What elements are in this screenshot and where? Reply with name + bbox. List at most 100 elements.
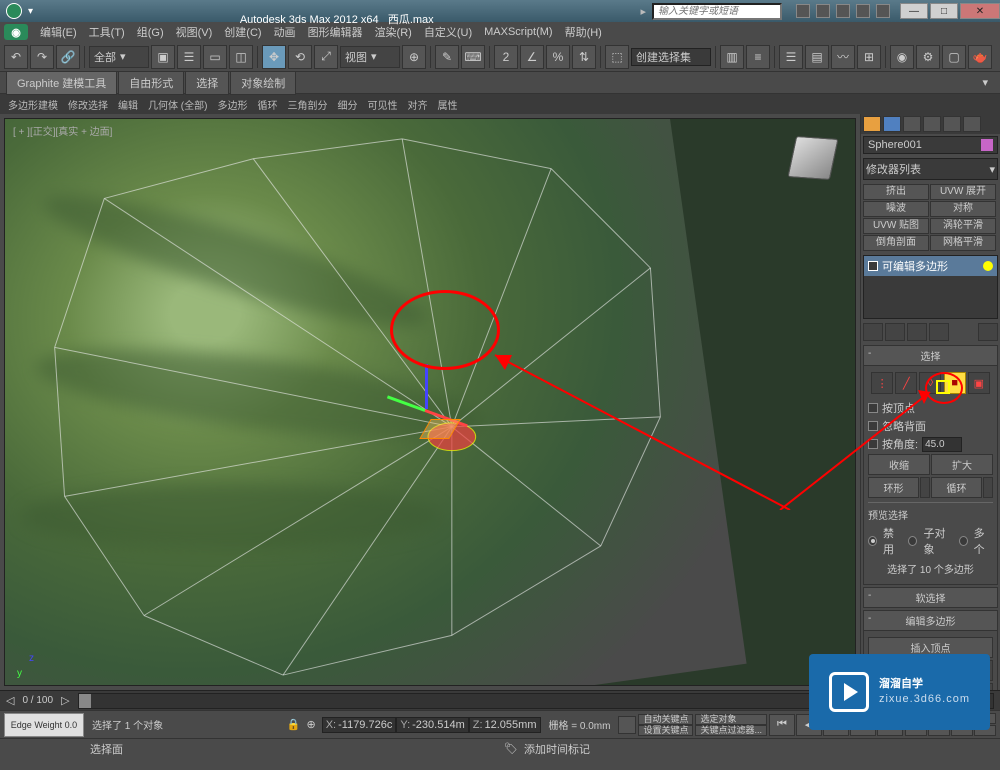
snap-percent-button[interactable]: % — [546, 45, 570, 69]
graphite-tab-modeling[interactable]: Graphite 建模工具 — [6, 71, 117, 95]
sub-geometry[interactable]: 几何体 (全部) — [144, 95, 211, 114]
edit-poly-header[interactable]: 编辑多边形 — [864, 611, 997, 631]
ref-coord-dropdown[interactable]: 视图▾ — [340, 46, 400, 68]
render-frame-button[interactable]: ▢ — [942, 45, 966, 69]
mirror-button[interactable]: ▥ — [720, 45, 744, 69]
graphite-tab-paint[interactable]: 对象绘制 — [230, 71, 296, 95]
viewport-label[interactable]: [ + ][正交][真实 + 边面] — [13, 123, 112, 138]
ring-spinner[interactable] — [920, 477, 930, 498]
ignore-back-checkbox[interactable] — [868, 421, 878, 431]
lock-icon[interactable]: 🔒 — [287, 718, 301, 731]
sub-align[interactable]: 对齐 — [403, 95, 431, 114]
menu-edit[interactable]: 编辑(E) — [34, 22, 83, 42]
snap-angle-button[interactable]: ∠ — [520, 45, 544, 69]
subobj-vertex[interactable]: ⋮ — [871, 372, 893, 394]
close-button[interactable]: ✕ — [960, 3, 1000, 19]
ribbon-expand-icon[interactable]: ▾ — [976, 76, 994, 89]
stack-config-button[interactable] — [978, 323, 998, 341]
layer-button[interactable]: ☰ — [779, 45, 803, 69]
sub-loop[interactable]: 循环 — [253, 95, 281, 114]
select-region-button[interactable]: ▭ — [203, 45, 227, 69]
time-tag-icon[interactable]: 🏷 — [504, 742, 518, 755]
sub-polygon[interactable]: 多边形 — [213, 95, 251, 114]
manipulate-button[interactable]: ✎ — [435, 45, 459, 69]
favorites-icon[interactable] — [856, 4, 870, 18]
modifier-stack[interactable]: 可编辑多边形 — [863, 255, 998, 319]
menu-maxscript[interactable]: MAXScript(M) — [478, 24, 558, 40]
hierarchy-tab[interactable] — [903, 116, 921, 132]
object-name-field[interactable]: Sphere001 — [863, 136, 998, 154]
mod-btn-extrude[interactable]: 挤出 — [863, 184, 929, 200]
maximize-button[interactable]: □ — [930, 3, 958, 19]
soft-rollout-header[interactable]: 软选择 — [864, 588, 997, 607]
app-menu-icon[interactable]: ◉ — [4, 24, 28, 40]
render-button[interactable]: 🫖 — [968, 45, 992, 69]
help-icon[interactable] — [876, 4, 890, 18]
scale-button[interactable]: ⤢ — [314, 45, 338, 69]
modifier-list-dropdown[interactable]: 修改器列表▾ — [863, 158, 998, 180]
mod-btn-uvwmap[interactable]: UVW 贴图 — [863, 218, 929, 234]
mod-btn-meshsmooth[interactable]: 网格平滑 — [930, 235, 996, 251]
by-vertex-checkbox[interactable] — [868, 403, 878, 413]
preview-off-radio[interactable] — [868, 536, 877, 546]
timeline-prev-icon[interactable]: ◁ — [6, 694, 14, 707]
material-editor-button[interactable]: ◉ — [890, 45, 914, 69]
align-button[interactable]: ≡ — [746, 45, 770, 69]
schematic-button[interactable]: ⊞ — [857, 45, 881, 69]
preview-subobj-radio[interactable] — [908, 536, 917, 546]
add-time-marker[interactable]: 添加时间标记 — [524, 741, 590, 757]
stack-pin-button[interactable] — [863, 323, 883, 341]
selection-rollout-header[interactable]: 选择 — [864, 346, 997, 366]
stack-show-button[interactable] — [885, 323, 905, 341]
ring-button[interactable]: 环形 — [868, 477, 919, 498]
coord-x[interactable]: X:-1179.726c — [322, 717, 397, 733]
loop-spinner[interactable] — [983, 477, 993, 498]
menu-group[interactable]: 组(G) — [131, 22, 170, 42]
link-button[interactable]: 🔗 — [56, 45, 80, 69]
window-crossing-button[interactable]: ◫ — [229, 45, 253, 69]
sub-props[interactable]: 属性 — [433, 95, 461, 114]
goto-start-button[interactable]: ⏮ — [769, 714, 795, 736]
sub-edit[interactable]: 编辑 — [114, 95, 142, 114]
mod-btn-noise[interactable]: 噪波 — [863, 201, 929, 217]
stack-remove-button[interactable] — [929, 323, 949, 341]
select-name-button[interactable]: ☰ — [177, 45, 201, 69]
menu-help[interactable]: 帮助(H) — [559, 22, 608, 42]
create-tab[interactable] — [863, 116, 881, 132]
sub-visibility[interactable]: 可见性 — [363, 95, 401, 114]
by-angle-checkbox[interactable] — [868, 439, 878, 449]
angle-spinner[interactable] — [922, 437, 962, 452]
utilities-tab[interactable] — [963, 116, 981, 132]
render-setup-button[interactable]: ⚙ — [916, 45, 940, 69]
snap-2d-button[interactable]: 2 — [494, 45, 518, 69]
mod-btn-uvwunwrap[interactable]: UVW 展开 — [930, 184, 996, 200]
subobj-edge[interactable]: ╱ — [895, 372, 917, 394]
set-key-button[interactable]: 设置关键点 — [638, 725, 693, 736]
object-color-swatch[interactable] — [981, 139, 993, 151]
loop-button[interactable]: 循环 — [931, 477, 982, 498]
rotate-button[interactable]: ⟲ — [288, 45, 312, 69]
sub-subdiv[interactable]: 细分 — [333, 95, 361, 114]
isolate-button[interactable] — [618, 716, 636, 734]
move-button[interactable]: ✥ — [262, 45, 286, 69]
shrink-button[interactable]: 收缩 — [868, 454, 930, 475]
subscription-icon[interactable] — [816, 4, 830, 18]
select-button[interactable]: ▣ — [151, 45, 175, 69]
mod-btn-symmetry[interactable]: 对称 — [930, 201, 996, 217]
named-sel-button[interactable]: ⬚ — [605, 45, 629, 69]
graphite-tab-freeform[interactable]: 自由形式 — [118, 71, 184, 95]
help-search-input[interactable] — [652, 3, 782, 20]
key-filter-button[interactable]: 关键点过滤器... — [695, 725, 767, 736]
infocenter-icon[interactable] — [796, 4, 810, 18]
undo-button[interactable]: ↶ — [4, 45, 28, 69]
sub-tri[interactable]: 三角剖分 — [283, 95, 331, 114]
curve-editor-button[interactable]: 〰 — [831, 45, 855, 69]
display-tab[interactable] — [943, 116, 961, 132]
preview-multi-radio[interactable] — [959, 536, 968, 546]
selection-filter[interactable]: 全部▾ — [89, 46, 149, 68]
mod-btn-turbosmooth[interactable]: 涡轮平滑 — [930, 218, 996, 234]
timeline-slider[interactable] — [79, 694, 91, 708]
timeline-next-icon[interactable]: ▷ — [61, 694, 69, 707]
stack-unique-button[interactable] — [907, 323, 927, 341]
spinner-snap-button[interactable]: ⇅ — [572, 45, 596, 69]
